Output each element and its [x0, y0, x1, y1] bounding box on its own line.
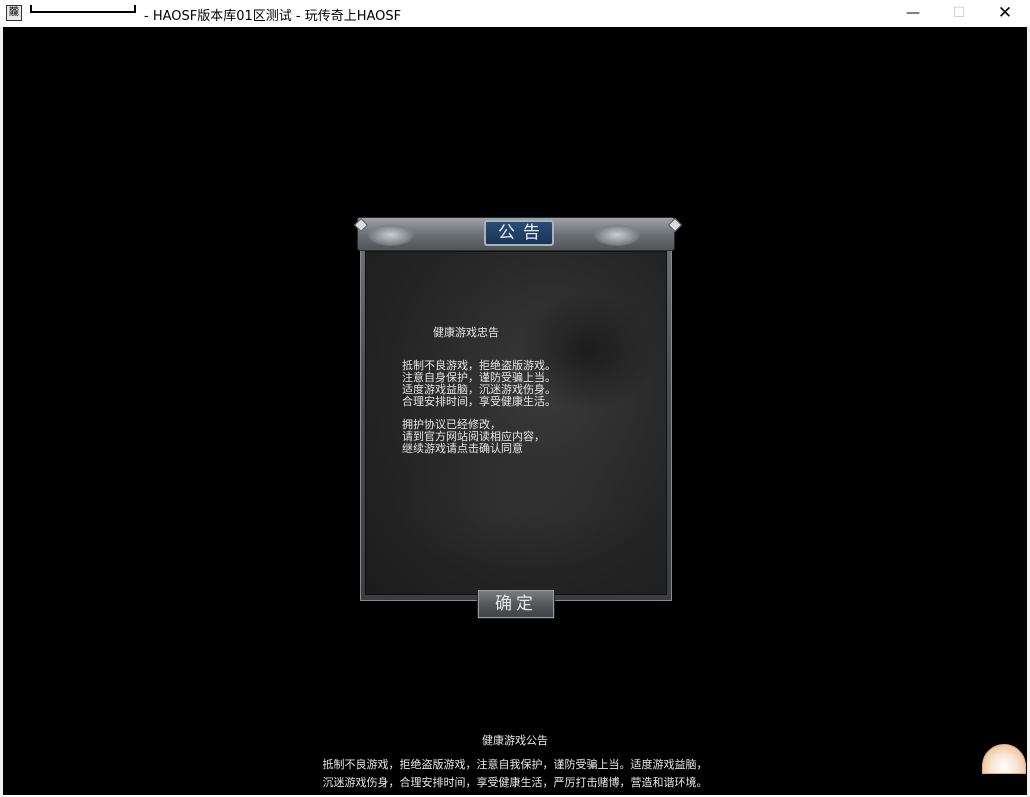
notice-heading: 健康游戏忠告 — [433, 326, 499, 339]
notice-dialog: 公告 健康游戏忠告 抵制不良游戏，拒绝盗版游戏。 注意自身保护，谨防受骗上当。 … — [353, 217, 683, 619]
corner-ornament-icon — [667, 217, 683, 233]
dragon-ornament-icon — [368, 224, 414, 246]
notice-line: 合理安排时间，享受健康生活。 — [402, 395, 556, 408]
notice-text: 抵制不良游戏，拒绝盗版游戏。 注意自身保护，谨防受骗上当。 适度游戏益脑，沉迷游… — [402, 360, 556, 455]
dragon-ornament-icon — [594, 224, 640, 246]
dialog-title: 公告 — [484, 220, 554, 246]
confirm-button[interactable]: 确定 — [477, 589, 555, 619]
corner-ornament-icon — [353, 217, 369, 233]
ink-wash-decoration — [386, 452, 646, 572]
maximize-button[interactable]: ☐ — [936, 0, 982, 27]
window-title: - HAOSF版本库01区测试 - 玩传奇上HAOSF — [144, 9, 402, 24]
minimize-button[interactable]: — — [890, 0, 936, 27]
footer-title: 健康游戏公告 — [482, 734, 548, 747]
notice-line: 继续游戏请点击确认同意 — [402, 442, 523, 455]
game-viewport[interactable]: 公告 健康游戏忠告 抵制不良游戏，拒绝盗版游戏。 注意自身保护，谨防受骗上当。 … — [3, 27, 1027, 795]
close-button[interactable]: ✕ — [982, 0, 1028, 27]
app-icon[interactable]: 龖 — [6, 5, 22, 21]
title-decoration — [30, 5, 136, 13]
window-titlebar: 龖 - HAOSF版本库01区测试 - 玩传奇上HAOSF — ☐ ✕ — [0, 0, 1030, 27]
footer-line: 沉迷游戏伤身，合理安排时间，享受健康生活，严厉打击赌博，营造和谐环境。 — [322, 776, 708, 789]
dialog-header: 公告 — [353, 217, 683, 251]
footer-line: 抵制不良游戏，拒绝盗版游戏，注意自我保护，谨防受骗上当。适度游戏益脑， — [322, 758, 708, 771]
